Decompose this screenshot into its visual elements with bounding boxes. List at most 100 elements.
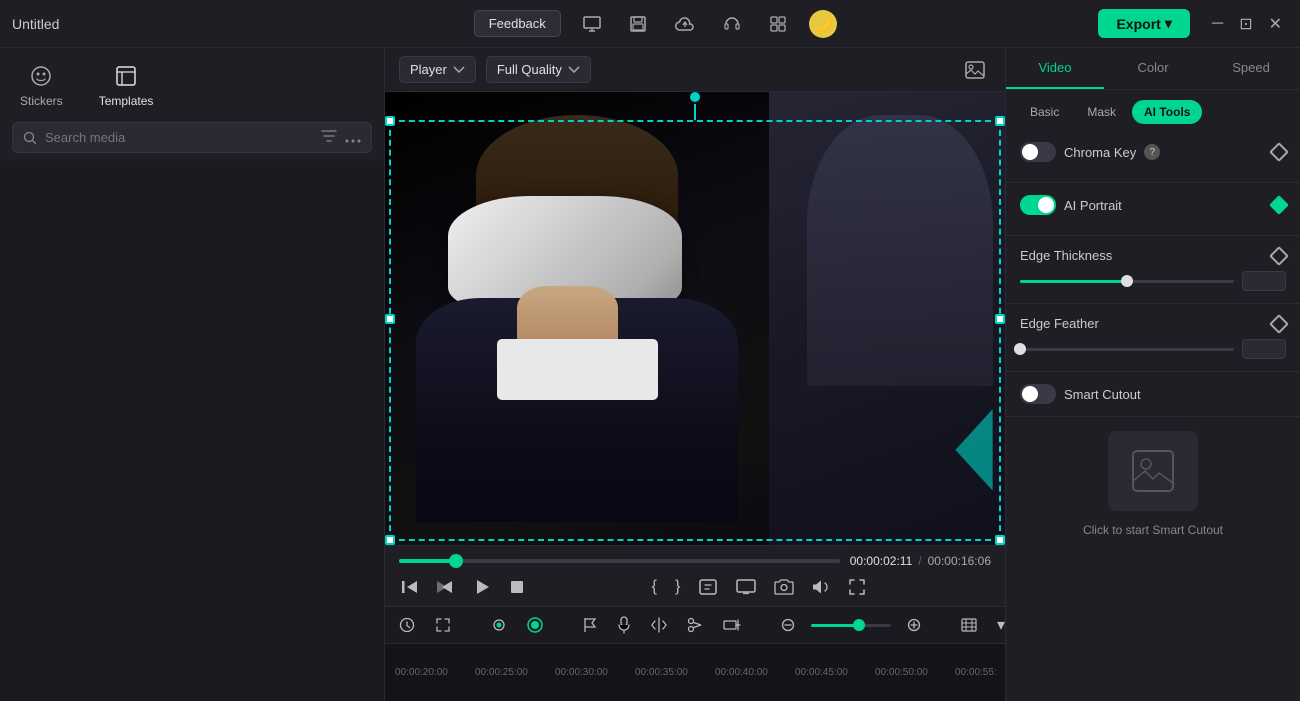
theme-toggle[interactable]: 🌙 [809, 10, 837, 38]
player-settings-button[interactable] [959, 57, 991, 83]
handle-right-middle[interactable] [995, 314, 1005, 324]
more-options-button[interactable] [345, 129, 361, 146]
edge-feather-thumb[interactable] [1014, 343, 1026, 355]
timeline-flag-button[interactable] [579, 615, 601, 635]
player-mode-select[interactable]: Player [399, 56, 476, 83]
stop-button[interactable] [507, 577, 527, 597]
right-tabs: Video Color Speed [1006, 48, 1300, 90]
sub-tab-ai-tools[interactable]: AI Tools [1132, 100, 1202, 124]
timeline-record-button[interactable] [487, 615, 511, 635]
total-time: 00:00:16:06 [928, 554, 991, 568]
progress-bar[interactable] [399, 559, 840, 563]
ctrl-center: { } [650, 576, 869, 598]
mic-icon [617, 616, 631, 634]
progress-thumb[interactable] [449, 554, 463, 568]
timeline-ruler: 00:00:20:00 00:00:25:00 00:00:30:00 00:0… [385, 644, 1005, 701]
edge-feather-slider[interactable] [1020, 348, 1234, 351]
timeline-active-button[interactable] [523, 615, 547, 635]
ai-portrait-toggle[interactable] [1020, 195, 1056, 215]
handle-top-right[interactable] [995, 116, 1005, 126]
ai-portrait-keyframe-icon[interactable] [1269, 195, 1289, 215]
chroma-key-help-icon[interactable]: ? [1144, 144, 1160, 160]
timeline-history-button[interactable] [395, 615, 419, 635]
timeline-mic-button[interactable] [613, 614, 635, 636]
sidebar-item-templates[interactable]: Templates [91, 56, 162, 114]
search-input[interactable] [45, 130, 313, 145]
zoom-out-button[interactable] [777, 616, 799, 634]
feedback-button[interactable]: Feedback [474, 10, 561, 37]
zoom-thumb[interactable] [853, 619, 865, 631]
timeline-split-button[interactable] [647, 615, 671, 635]
edge-feather-label: Edge Feather [1020, 316, 1099, 331]
chroma-key-keyframe-icon[interactable] [1269, 142, 1289, 162]
drag-top-handle[interactable] [690, 92, 700, 120]
edge-thickness-keyframe-icon[interactable] [1269, 246, 1289, 266]
smart-cutout-cta[interactable]: Click to start Smart Cutout [1083, 523, 1223, 537]
prev-frame-button[interactable] [399, 577, 421, 597]
chevron-down-icon: ▾ [1165, 15, 1172, 32]
ruler-tick-6: 00:00:50:00 [875, 667, 955, 678]
templates-icon [112, 62, 140, 90]
mark-in-button[interactable]: { [650, 576, 659, 598]
quality-select[interactable]: Full Quality [486, 56, 591, 83]
handle-top-left[interactable] [385, 116, 395, 126]
edge-thickness-slider[interactable] [1020, 280, 1234, 283]
video-canvas [385, 92, 1005, 545]
minimize-button[interactable]: ─ [1206, 12, 1229, 36]
close-button[interactable]: ✕ [1263, 12, 1288, 36]
screen-view-button[interactable] [734, 577, 758, 597]
filter-icon-button[interactable] [321, 129, 337, 146]
headset-icon-button[interactable] [717, 11, 747, 37]
audio-button[interactable] [810, 576, 832, 598]
timeline-fit-button[interactable] [431, 615, 455, 635]
handle-left-middle[interactable] [385, 314, 395, 324]
fullscreen-button[interactable] [846, 576, 868, 598]
left-tabs: Stickers Templates [0, 48, 384, 114]
cloud-icon-button[interactable] [669, 13, 701, 35]
edge-thickness-value[interactable]: 0.00 [1242, 271, 1286, 291]
tab-video[interactable]: Video [1006, 48, 1104, 89]
topbar-center: Feedback 🌙 [474, 10, 837, 38]
speed-icon [698, 578, 718, 596]
edge-thickness-thumb[interactable] [1121, 275, 1133, 287]
grid-icon [769, 15, 787, 33]
image-icon [965, 61, 985, 79]
maximize-button[interactable]: ⊡ [1233, 12, 1258, 36]
ctrl-buttons: { } [399, 576, 991, 598]
timeline-scissors-button[interactable] [683, 615, 707, 635]
ai-portrait-label: AI Portrait [1064, 198, 1122, 213]
chroma-key-toggle[interactable] [1020, 142, 1056, 162]
edge-feather-value[interactable]: 0.00 [1242, 339, 1286, 359]
speed-button[interactable] [696, 576, 720, 598]
sidebar-item-stickers[interactable]: Stickers [12, 56, 71, 114]
screenshot-button[interactable] [772, 576, 796, 598]
back-button[interactable] [435, 577, 457, 597]
smart-cutout-toggle[interactable] [1020, 384, 1056, 404]
play-button[interactable] [471, 576, 493, 598]
stickers-icon [27, 62, 55, 90]
chroma-key-section: Chroma Key ? [1006, 130, 1300, 183]
tab-speed[interactable]: Speed [1202, 48, 1300, 89]
tab-color[interactable]: Color [1104, 48, 1202, 89]
ai-portrait-label-group: AI Portrait [1020, 195, 1122, 215]
search-bar [12, 122, 372, 153]
zoom-in-button[interactable] [903, 616, 925, 634]
edge-feather-keyframe-icon[interactable] [1269, 314, 1289, 334]
timeline-add-track-button[interactable] [719, 616, 745, 634]
grid-icon-button[interactable] [763, 11, 793, 37]
timeline-grid-button[interactable] [957, 616, 981, 634]
save-icon-button[interactable] [623, 11, 653, 37]
monitor-icon-button[interactable] [577, 12, 607, 36]
sub-tab-basic[interactable]: Basic [1018, 100, 1071, 124]
sub-tab-mask[interactable]: Mask [1075, 100, 1128, 124]
handle-bottom-left[interactable] [385, 535, 395, 545]
zoom-slider[interactable] [811, 624, 891, 627]
handle-bottom-right[interactable] [995, 535, 1005, 545]
screen-view-icon [736, 579, 756, 595]
app-title: Untitled [12, 16, 59, 32]
export-button[interactable]: Export ▾ [1098, 9, 1189, 38]
mark-out-button[interactable]: } [673, 576, 682, 598]
topbar-right: Export ▾ ─ ⊡ ✕ [1098, 9, 1288, 38]
player-header: Player Full Quality [385, 48, 1005, 92]
cutout-placeholder-icon [1128, 446, 1178, 496]
